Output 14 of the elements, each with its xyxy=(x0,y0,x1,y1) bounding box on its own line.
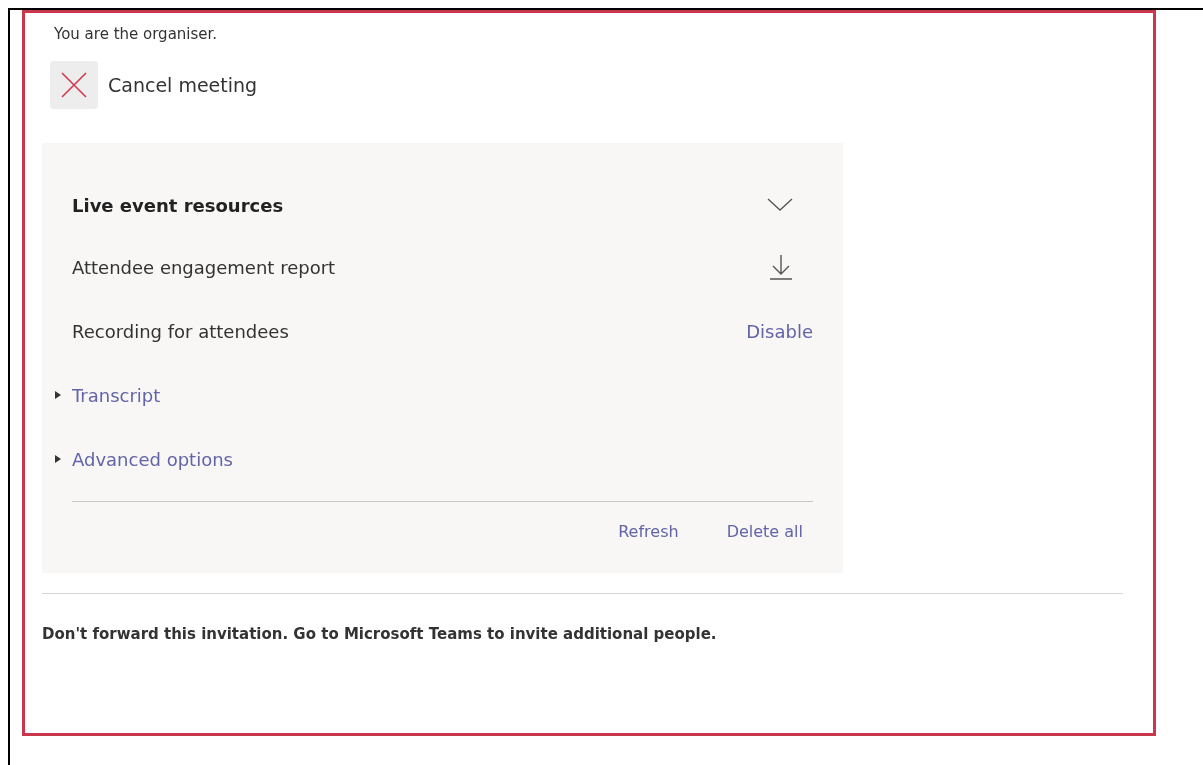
footer-link[interactable]: Delete all xyxy=(726,522,803,541)
row-label: Attendee engagement report xyxy=(72,256,336,278)
close-icon xyxy=(61,72,87,98)
cancel-meeting-button[interactable]: Cancel meeting xyxy=(50,61,258,109)
download-icon[interactable] xyxy=(769,254,793,280)
expander-link[interactable]: Advanced options xyxy=(72,448,233,470)
organiser-note: You are the organiser. xyxy=(54,24,219,45)
section-title: Live event resources xyxy=(72,194,284,216)
row-label: Recording for attendees xyxy=(72,320,289,342)
expander-link[interactable]: Transcript xyxy=(72,384,161,406)
footer-note: Don't forward this invitation. Go to Microsoft Teams to invite additional people. xyxy=(42,624,718,644)
footer-link[interactable]: Refresh xyxy=(618,522,679,541)
disable-link[interactable]: Disable xyxy=(746,320,813,342)
chevron-icon[interactable] xyxy=(767,198,793,212)
